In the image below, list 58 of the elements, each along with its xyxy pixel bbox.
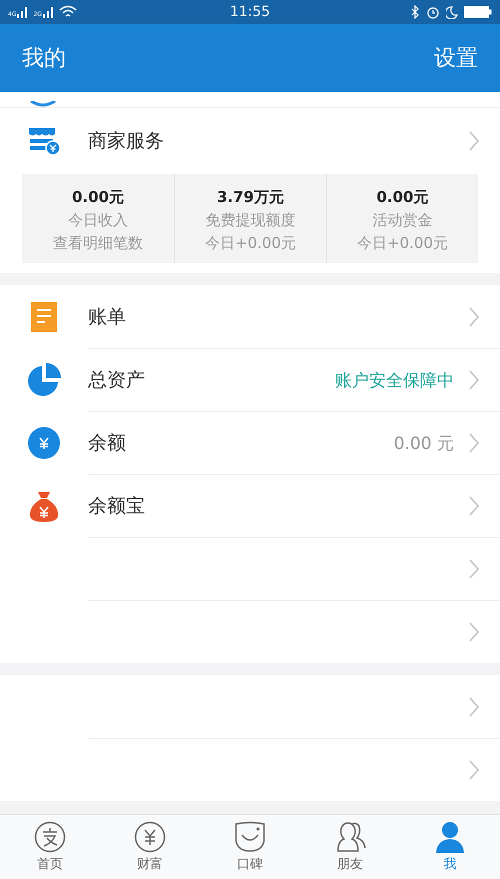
stat-value: 3.79万元 bbox=[216, 188, 285, 207]
menu-detail: 0.00 元 bbox=[394, 432, 454, 454]
stat-value: 0.00元 bbox=[70, 188, 125, 207]
page-title: 我的 bbox=[22, 45, 66, 73]
menu-row[interactable]: 商家服务 bbox=[0, 108, 500, 174]
menu-label: 余额 bbox=[88, 431, 126, 456]
chevron-icon bbox=[468, 306, 480, 328]
chevron-icon bbox=[468, 621, 480, 643]
chevron-icon bbox=[468, 696, 480, 718]
chevron-icon bbox=[468, 558, 480, 580]
stat-tile[interactable]: 0.00元 活动赏金 今日+0.00元 bbox=[326, 174, 478, 263]
chevron-icon bbox=[468, 432, 480, 454]
stat-note: 今日+0.00元 bbox=[204, 234, 297, 253]
menu-label: 账单 bbox=[88, 304, 126, 330]
cup-icon bbox=[234, 821, 266, 853]
yen-coin-icon bbox=[28, 426, 60, 458]
stat-note: 今日+0.00元 bbox=[356, 234, 449, 253]
menu-label: 余额宝 bbox=[88, 494, 145, 519]
stat-label: 活动赏金 bbox=[372, 211, 434, 230]
menu-row[interactable]: 账单 bbox=[0, 285, 500, 348]
chevron-icon bbox=[468, 369, 480, 391]
status-time: 11:55 bbox=[230, 4, 270, 20]
tab[interactable]: 我 bbox=[400, 815, 500, 879]
stat-label: 今日收入 bbox=[67, 211, 129, 230]
person-icon bbox=[434, 821, 466, 853]
menu-label: 总资产 bbox=[88, 368, 145, 393]
stat-tile[interactable]: 3.79万元 免费提现额度 今日+0.00元 bbox=[174, 174, 326, 263]
moon-icon bbox=[446, 5, 458, 19]
stat-value: 0.00元 bbox=[375, 188, 430, 207]
stat-tile[interactable]: 0.00元 今日收入 查看明细笔数 bbox=[22, 174, 174, 263]
yen-circle-icon bbox=[134, 821, 166, 853]
signal-icon bbox=[17, 6, 28, 18]
chevron-icon bbox=[468, 495, 480, 517]
settings-button[interactable]: 设置 bbox=[434, 43, 478, 73]
money-bag-icon bbox=[28, 490, 60, 522]
tab[interactable]: 首页 bbox=[0, 815, 100, 879]
shop-icon bbox=[27, 126, 61, 156]
pie-chart-icon bbox=[27, 362, 61, 396]
battery-icon bbox=[464, 6, 492, 18]
wifi-icon bbox=[58, 5, 77, 19]
tab[interactable]: 财富 bbox=[100, 815, 200, 879]
signal-icon bbox=[42, 6, 53, 18]
chevron-icon bbox=[468, 759, 480, 781]
tab[interactable]: 口碑 bbox=[200, 815, 300, 879]
alarm-icon bbox=[426, 5, 440, 19]
chevron-icon bbox=[468, 130, 480, 152]
chat-circle-icon bbox=[34, 821, 66, 853]
tab[interactable]: 朋友 bbox=[300, 815, 400, 879]
menu-label: 商家服务 bbox=[88, 129, 164, 154]
partial-icon bbox=[28, 101, 58, 107]
bluetooth-icon bbox=[410, 5, 420, 19]
list-icon bbox=[29, 302, 59, 332]
menu-row[interactable]: 余额宝 bbox=[0, 474, 500, 537]
stat-label: 免费提现额度 bbox=[204, 211, 296, 230]
menu-row[interactable]: 余额 0.00 元 bbox=[0, 411, 500, 474]
menu-row[interactable]: 总资产 账户安全保障中 bbox=[0, 348, 500, 411]
menu-detail: 账户安全保障中 bbox=[335, 370, 454, 392]
stat-note: 查看明细笔数 bbox=[52, 234, 144, 253]
